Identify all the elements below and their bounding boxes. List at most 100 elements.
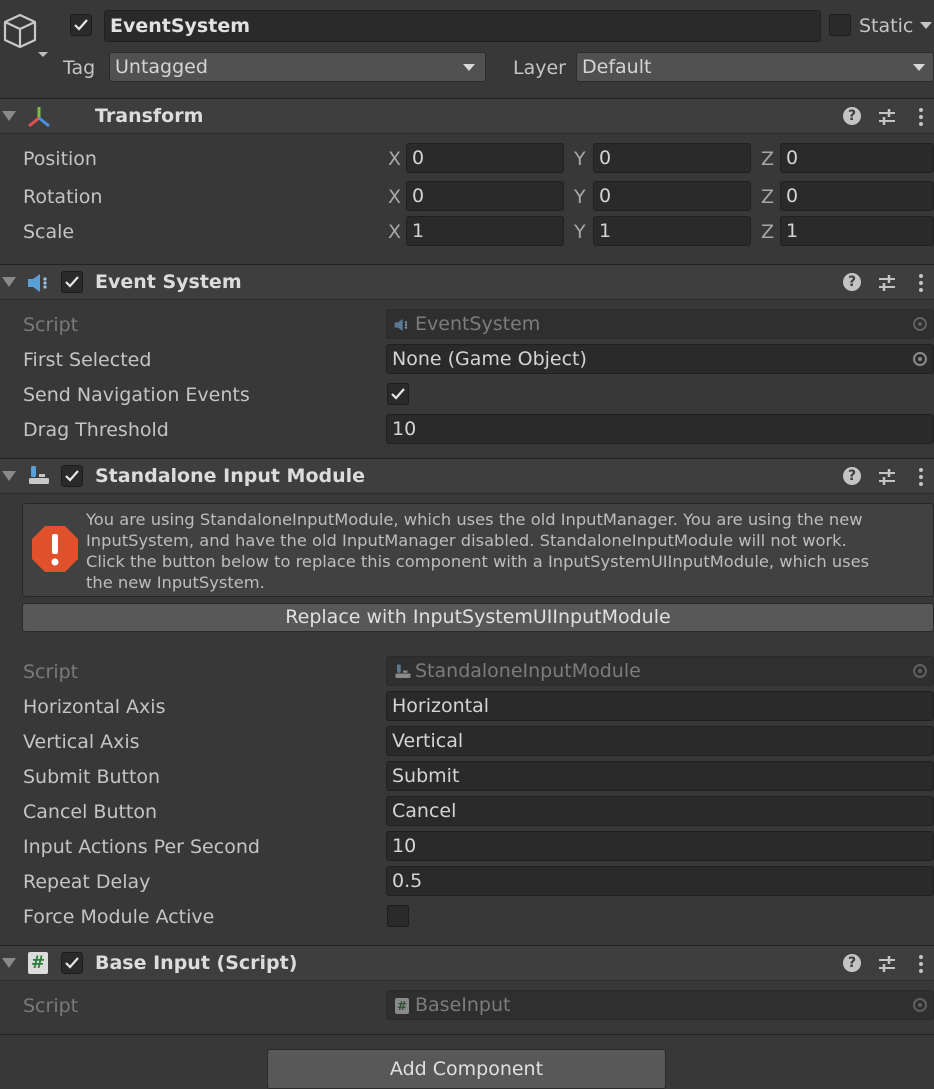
- rotation-z-axis[interactable]: Z: [761, 182, 774, 212]
- transform-icon: [28, 107, 50, 128]
- position-z-axis[interactable]: Z: [761, 144, 774, 174]
- replace-button[interactable]: Replace with InputSystemUIInputModule: [22, 603, 934, 632]
- warning-line: the new InputSystem.: [86, 573, 265, 592]
- object-picker-icon[interactable]: [913, 352, 927, 366]
- scale-y-field[interactable]: 1: [593, 216, 751, 246]
- rotation-y-axis[interactable]: Y: [574, 182, 586, 212]
- base-input-title: Base Input (Script): [95, 952, 298, 974]
- check-icon: [65, 957, 79, 969]
- standalone-input-header[interactable]: Standalone Input Module ?: [0, 458, 934, 494]
- send-navigation-label: Send Navigation Events: [23, 384, 250, 406]
- kebab-menu-icon[interactable]: [917, 466, 925, 488]
- horizontal-axis-label: Horizontal Axis: [23, 696, 166, 718]
- rotation-y-field[interactable]: 0: [593, 181, 751, 211]
- help-icon[interactable]: ?: [843, 107, 861, 125]
- send-navigation-checkbox[interactable]: [387, 383, 409, 405]
- horizontal-axis-field[interactable]: Horizontal: [386, 691, 934, 721]
- vertical-axis-label: Vertical Axis: [23, 731, 140, 753]
- base-input-enabled-checkbox[interactable]: [61, 952, 83, 974]
- transform-title: Transform: [95, 105, 204, 127]
- standalone-enabled-checkbox[interactable]: [61, 465, 83, 487]
- standalone-title: Standalone Input Module: [95, 465, 366, 487]
- csharp-script-icon: #: [28, 952, 48, 974]
- help-icon[interactable]: ?: [843, 467, 861, 485]
- static-label[interactable]: Static: [859, 11, 913, 41]
- cancel-button-field[interactable]: Cancel: [386, 796, 934, 826]
- warning-line: You are using StandaloneInputModule, whi…: [86, 510, 863, 529]
- foldout-arrow-icon[interactable]: [2, 277, 16, 287]
- scale-x-axis[interactable]: X: [388, 217, 401, 247]
- help-icon[interactable]: ?: [843, 954, 861, 972]
- force-module-label: Force Module Active: [23, 906, 215, 928]
- presets-icon[interactable]: [877, 107, 897, 127]
- es-script-field: EventSystem: [386, 309, 934, 339]
- position-y-axis[interactable]: Y: [574, 144, 586, 174]
- foldout-arrow-icon[interactable]: [2, 958, 16, 968]
- warning-box: You are using StandaloneInputModule, whi…: [22, 503, 934, 597]
- force-module-checkbox[interactable]: [387, 905, 409, 927]
- event-system-header[interactable]: Event System ?: [0, 264, 934, 300]
- position-x-axis[interactable]: X: [388, 144, 401, 174]
- scale-z-axis[interactable]: Z: [761, 217, 774, 247]
- sim-script-field: StandaloneInputModule: [386, 656, 934, 686]
- input-module-icon: [395, 664, 411, 678]
- static-checkbox[interactable]: [829, 14, 851, 36]
- active-checkbox[interactable]: [70, 14, 92, 36]
- drag-threshold-field[interactable]: 10: [386, 414, 934, 444]
- presets-icon[interactable]: [877, 467, 897, 487]
- csharp-script-icon: #: [395, 998, 409, 1014]
- presets-icon[interactable]: [877, 954, 897, 974]
- position-z-field[interactable]: 0: [780, 143, 934, 173]
- rotation-x-axis[interactable]: X: [388, 182, 401, 212]
- repeat-delay-field[interactable]: 0.5: [386, 866, 934, 896]
- scale-z-field[interactable]: 1: [780, 216, 934, 246]
- tag-label: Tag: [63, 57, 96, 79]
- submit-button-label: Submit Button: [23, 766, 161, 788]
- object-picker-icon: [913, 664, 927, 678]
- position-x-field[interactable]: 0: [406, 143, 564, 173]
- scale-y-axis[interactable]: Y: [574, 217, 586, 247]
- static-dropdown-icon[interactable]: [920, 22, 932, 29]
- layer-label: Layer: [513, 57, 566, 79]
- foldout-arrow-icon[interactable]: [2, 471, 16, 481]
- first-selected-field[interactable]: None (Game Object): [386, 344, 934, 374]
- layer-value: Default: [582, 56, 652, 78]
- repeat-delay-label: Repeat Delay: [23, 871, 151, 893]
- divider: [0, 1034, 934, 1035]
- input-actions-field[interactable]: 10: [386, 831, 934, 861]
- kebab-menu-icon[interactable]: [917, 272, 925, 294]
- drag-threshold-label: Drag Threshold: [23, 419, 169, 441]
- warning-icon: [32, 526, 78, 572]
- scale-x-field[interactable]: 1: [406, 216, 564, 246]
- object-name-field[interactable]: EventSystem: [104, 10, 821, 42]
- check-icon: [65, 470, 79, 482]
- vertical-axis-field[interactable]: Vertical: [386, 726, 934, 756]
- layer-dropdown[interactable]: Default: [576, 52, 934, 82]
- rotation-x-field[interactable]: 0: [406, 181, 564, 211]
- check-icon: [74, 19, 88, 31]
- transform-header[interactable]: Transform ?: [0, 98, 934, 134]
- gameobject-icon[interactable]: [2, 10, 50, 58]
- kebab-menu-icon[interactable]: [917, 106, 925, 128]
- input-module-icon: [29, 466, 49, 484]
- es-script-value: EventSystem: [415, 313, 541, 335]
- tag-dropdown[interactable]: Untagged: [109, 52, 486, 82]
- first-selected-label: First Selected: [23, 349, 152, 371]
- tag-value: Untagged: [115, 56, 208, 78]
- help-icon[interactable]: ?: [843, 273, 861, 291]
- add-component-button[interactable]: Add Component: [267, 1049, 666, 1089]
- position-y-field[interactable]: 0: [593, 143, 751, 173]
- event-system-icon: [394, 319, 408, 331]
- event-system-enabled-checkbox[interactable]: [61, 271, 83, 293]
- event-system-icon: [28, 274, 47, 292]
- submit-button-field[interactable]: Submit: [386, 761, 934, 791]
- check-icon: [391, 388, 405, 400]
- warning-line: InputSystem, and have the old InputManag…: [86, 531, 847, 550]
- event-system-title: Event System: [95, 271, 242, 293]
- foldout-arrow-icon[interactable]: [2, 111, 16, 121]
- cancel-button-label: Cancel Button: [23, 801, 158, 823]
- presets-icon[interactable]: [877, 273, 897, 293]
- rotation-z-field[interactable]: 0: [780, 181, 934, 211]
- kebab-menu-icon[interactable]: [917, 953, 925, 975]
- base-input-header[interactable]: # Base Input (Script) ?: [0, 945, 934, 981]
